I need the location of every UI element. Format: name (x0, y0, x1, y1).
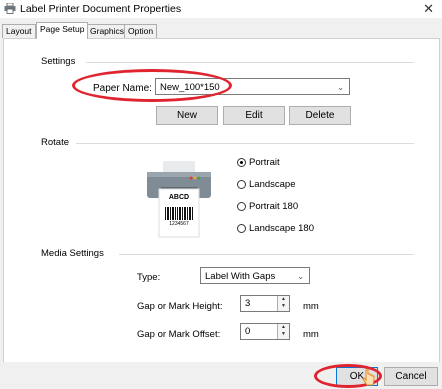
cancel-button[interactable]: Cancel (384, 367, 438, 386)
gap-offset-spinner[interactable]: 0 ▲ ▼ (240, 323, 290, 340)
new-button[interactable]: New (156, 106, 218, 125)
title-bar: Label Printer Document Properties ✕ (0, 0, 442, 18)
close-icon[interactable]: ✕ (423, 1, 434, 17)
gap-offset-value: 0 (245, 326, 251, 337)
tab-page-setup[interactable]: Page Setup (36, 22, 89, 39)
printer-orientation-preview: ABCD 1234567 (147, 157, 211, 239)
tab-layout[interactable]: Layout (2, 24, 36, 38)
tab-strip: Layout Page Setup Graphics Option (0, 22, 442, 39)
chevron-down-icon: ⌄ (297, 272, 304, 281)
settings-group-label: Settings (41, 56, 76, 67)
media-settings-group-label: Media Settings (41, 248, 104, 259)
rotate-group-label: Rotate (41, 137, 69, 148)
media-settings-divider (119, 254, 414, 255)
radio-landscape-label: Landscape (249, 179, 296, 190)
gap-offset-unit: mm (303, 329, 319, 340)
settings-divider (86, 62, 414, 63)
spinner-arrows-icon[interactable]: ▲ ▼ (277, 296, 289, 311)
gap-height-unit: mm (303, 301, 319, 312)
printer-app-icon (4, 3, 16, 14)
media-type-select[interactable]: Label With Gaps ⌄ (200, 267, 310, 284)
radio-landscape-180-label: Landscape 180 (249, 223, 314, 234)
chevron-down-icon: ⌄ (337, 83, 344, 92)
radio-portrait-label: Portrait (249, 157, 280, 168)
gap-offset-label: Gap or Mark Offset: (137, 329, 221, 340)
tab-option[interactable]: Option (124, 24, 158, 38)
radio-unselected-icon (237, 180, 246, 189)
window-title: Label Printer Document Properties (20, 3, 182, 15)
type-label: Type: (137, 272, 161, 283)
rotate-divider (76, 143, 414, 144)
gap-height-value: 3 (245, 298, 251, 309)
radio-unselected-icon (237, 224, 246, 233)
preview-barcode-number: 1234567 (169, 221, 189, 227)
spinner-arrows-icon[interactable]: ▲ ▼ (277, 324, 289, 339)
radio-portrait-180-label: Portrait 180 (249, 201, 299, 212)
tab-graphics[interactable]: Graphics (86, 24, 129, 38)
radio-unselected-icon (237, 202, 246, 211)
media-type-value: Label With Gaps (205, 271, 276, 282)
gap-height-spinner[interactable]: 3 ▲ ▼ (240, 295, 290, 312)
delete-button[interactable]: Delete (289, 106, 351, 125)
gap-height-label: Gap or Mark Height: (137, 301, 223, 312)
page-setup-panel: Settings Paper Name: New_100*150 ⌄ New E… (3, 38, 440, 364)
dialog-footer: OK Cancel (0, 362, 442, 389)
radio-selected-icon (237, 158, 246, 167)
paper-name-highlight-oval (72, 69, 232, 102)
edit-button[interactable]: Edit (223, 106, 285, 125)
preview-label-text: ABCD (168, 194, 190, 201)
mouse-cursor-icon (362, 369, 375, 386)
